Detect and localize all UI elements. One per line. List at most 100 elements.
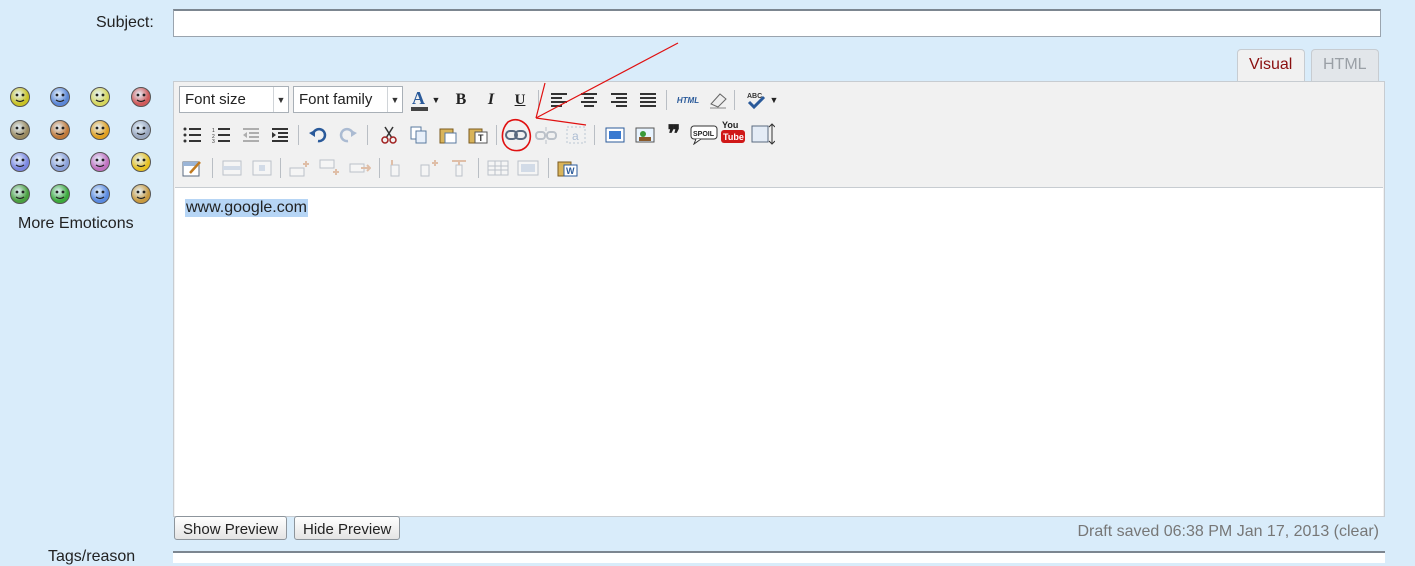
emoticon-icon[interactable] (90, 152, 110, 172)
outdent-button[interactable] (239, 123, 263, 147)
align-center-button[interactable] (577, 88, 601, 112)
chevron-down-icon: ▼ (387, 87, 402, 112)
numbered-list-button[interactable]: 123 (209, 123, 233, 147)
align-center-icon (581, 93, 597, 107)
insert-row-before-button[interactable] (288, 156, 312, 180)
cut-button[interactable] (377, 123, 401, 147)
underline-icon: U (514, 91, 526, 108)
scissors-icon (381, 126, 397, 144)
italic-button[interactable]: I (479, 88, 503, 112)
toolbar-separator (280, 158, 281, 178)
edit-table-button[interactable] (180, 156, 204, 180)
emoticon-icon[interactable] (90, 184, 110, 204)
spoiler-button[interactable]: SPOIL (690, 123, 718, 147)
emoticon-icon[interactable] (131, 120, 151, 140)
font-size-label: Font size (185, 91, 246, 108)
underline-button[interactable]: U (508, 88, 532, 112)
unlink-button[interactable] (534, 123, 558, 147)
insert-col-before-button[interactable] (387, 156, 411, 180)
insert-link-button[interactable] (504, 123, 528, 147)
bold-button[interactable]: B (449, 88, 473, 112)
undo-icon (309, 127, 327, 143)
copy-button[interactable] (407, 123, 431, 147)
selected-text[interactable]: www.google.com (185, 199, 308, 217)
toolbar-separator (212, 158, 213, 178)
toolbar-separator (298, 125, 299, 145)
tags-input[interactable] (173, 551, 1385, 563)
svg-text:T: T (478, 133, 484, 143)
table-cell-props-button[interactable] (250, 156, 274, 180)
table-cell-icon (252, 160, 272, 176)
delete-col-button[interactable] (447, 156, 471, 180)
remove-format-button[interactable] (706, 88, 730, 112)
justify-button[interactable] (636, 88, 660, 112)
more-emoticons-link[interactable]: More Emoticons (18, 215, 134, 233)
resize-button[interactable] (751, 122, 775, 146)
font-size-select[interactable]: Font size ▼ (179, 86, 289, 113)
outdent-icon (243, 128, 259, 142)
quote-icon: ❞ (667, 122, 681, 148)
media-icon (605, 127, 625, 143)
paste-icon (439, 128, 457, 144)
emoticon-icon[interactable] (50, 184, 70, 204)
spoiler-icon: SPOIL (690, 125, 718, 145)
emoticon-icon[interactable] (10, 152, 30, 172)
bullet-list-button[interactable] (180, 123, 204, 147)
paste-text-button[interactable]: T (466, 123, 490, 147)
merge-cells-icon (517, 160, 539, 176)
insert-col-after-button[interactable] (417, 156, 441, 180)
text-color-dropdown[interactable]: ▼ (431, 88, 441, 112)
subject-input[interactable] (173, 9, 1381, 37)
table-row-icon (222, 160, 242, 176)
emoticon-icon[interactable] (50, 120, 70, 140)
insert-media-button[interactable] (603, 123, 627, 147)
tab-visual[interactable]: Visual (1237, 49, 1305, 82)
merge-cells-button[interactable] (516, 156, 540, 180)
emoticon-icon[interactable] (10, 87, 30, 107)
quote-button[interactable]: ❞ (662, 123, 686, 147)
paste-word-button[interactable]: W (556, 156, 580, 180)
emoticon-icon[interactable] (10, 120, 30, 140)
bold-icon: B (455, 91, 467, 108)
redo-button[interactable] (336, 123, 360, 147)
svg-text:SPOIL: SPOIL (693, 131, 715, 138)
editor-content[interactable]: www.google.com (175, 187, 1383, 516)
unlink-icon (535, 127, 557, 144)
align-right-button[interactable] (607, 88, 631, 112)
text-color-button[interactable]: A (408, 88, 432, 112)
copy-icon (410, 126, 427, 144)
toolbar-separator (379, 158, 380, 178)
insert-image-button[interactable] (633, 123, 657, 147)
split-cells-button[interactable] (486, 156, 510, 180)
anchor-button[interactable]: a (564, 123, 588, 147)
spellcheck-button[interactable]: ABC (744, 88, 768, 112)
emoticon-icon[interactable] (90, 87, 110, 107)
insert-col-before-icon (390, 160, 400, 177)
font-family-select[interactable]: Font family ▼ (293, 86, 403, 113)
youtube-button[interactable]: You Tube (721, 120, 745, 144)
emoticon-grid (10, 87, 160, 207)
emoticon-icon[interactable] (131, 152, 151, 172)
emoticon-icon[interactable] (90, 120, 110, 140)
align-right-icon (611, 93, 627, 107)
indent-button[interactable] (268, 123, 292, 147)
emoticon-icon[interactable] (10, 184, 30, 204)
tab-html[interactable]: HTML (1311, 49, 1379, 82)
emoticon-icon[interactable] (131, 87, 151, 107)
delete-row-button[interactable] (348, 156, 372, 180)
paste-button[interactable] (436, 123, 460, 147)
html-source-button[interactable]: HTML (674, 88, 702, 112)
emoticon-icon[interactable] (50, 152, 70, 172)
chevron-down-icon: ▼ (431, 95, 441, 105)
emoticon-icon[interactable] (50, 87, 70, 107)
emoticon-icon[interactable] (131, 184, 151, 204)
hide-preview-button[interactable]: Hide Preview (294, 516, 401, 540)
spellcheck-dropdown[interactable]: ▼ (769, 88, 779, 112)
html-icon: HTML (676, 95, 700, 105)
svg-text:Tube: Tube (723, 132, 744, 142)
table-row-props-button[interactable] (220, 156, 244, 180)
show-preview-button[interactable]: Show Preview (174, 516, 288, 540)
insert-row-after-button[interactable] (318, 156, 342, 180)
align-left-button[interactable] (547, 88, 571, 112)
undo-button[interactable] (306, 123, 330, 147)
